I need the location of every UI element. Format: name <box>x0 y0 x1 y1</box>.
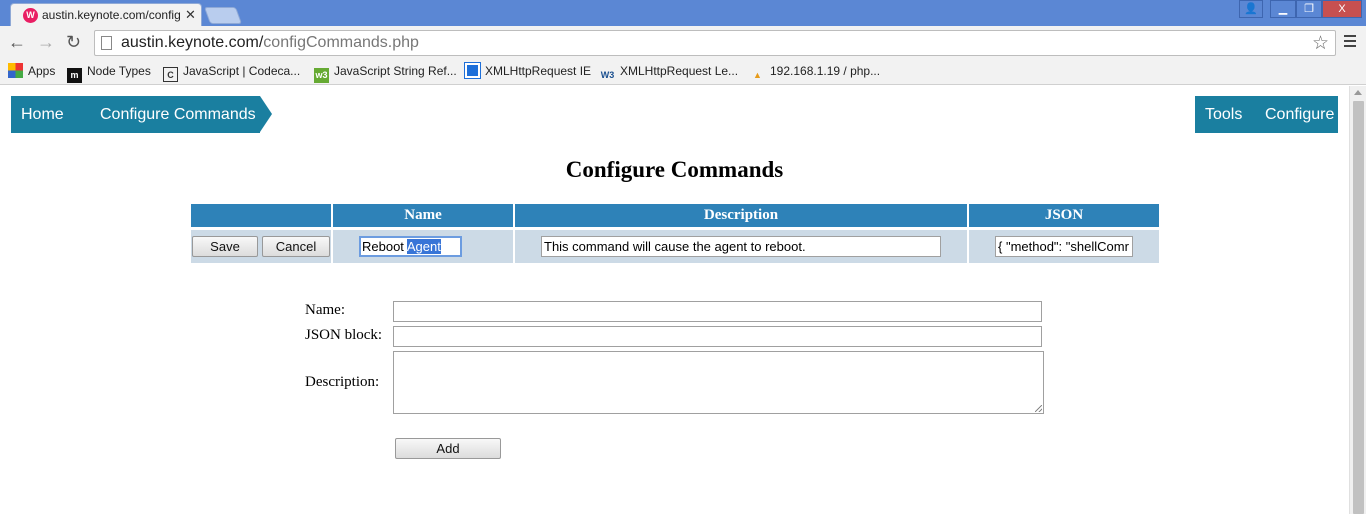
browser-titlebar: W austin.keynote.com/config ✕ 👤 ▁ ❐ X <box>0 0 1366 26</box>
nav-tools-link[interactable]: Tools <box>1205 106 1242 124</box>
reload-icon[interactable]: ↻ <box>66 31 81 53</box>
codecademy-icon: C <box>163 67 178 82</box>
nav-bar-right: Tools Configure <box>1195 96 1338 133</box>
url-text: austin.keynote.com/configCommands.php <box>121 34 419 51</box>
bookmark-node-types[interactable]: m Node Types <box>67 63 151 83</box>
tab-close-icon[interactable]: ✕ <box>185 7 196 23</box>
save-button[interactable]: Save <box>192 236 258 257</box>
new-json-input[interactable] <box>393 326 1042 347</box>
bookmark-star-icon[interactable]: ☆ <box>1312 32 1329 55</box>
cancel-button[interactable]: Cancel <box>262 236 330 257</box>
scrollbar-thumb[interactable] <box>1353 101 1364 514</box>
page-title: Configure Commands <box>565 157 784 182</box>
add-button[interactable]: Add <box>395 438 501 459</box>
forward-arrow-icon[interactable]: → <box>37 31 55 53</box>
bookmark-w3schools[interactable]: w3 JavaScript String Ref... <box>314 63 457 83</box>
scroll-up-arrow-icon[interactable] <box>1354 90 1362 95</box>
table-header-actions <box>191 204 331 227</box>
back-arrow-icon[interactable]: ← <box>8 31 26 53</box>
resize-grip-icon[interactable] <box>1035 405 1042 412</box>
chrome-menu-icon[interactable] <box>1344 35 1356 50</box>
restore-button[interactable]: ❐ <box>1296 0 1322 18</box>
new-tab-button[interactable] <box>203 7 243 24</box>
close-window-button[interactable]: X <box>1322 0 1362 18</box>
nav-breadcrumb-arrow <box>260 96 272 132</box>
nav-bar-left: Home Configure Commands <box>11 96 260 133</box>
profile-icon[interactable]: 👤 <box>1239 0 1263 18</box>
tab-favicon-icon: W <box>23 8 38 23</box>
nav-home-link[interactable]: Home <box>21 106 64 124</box>
table-header-json: JSON <box>969 204 1159 227</box>
bookmark-codecademy[interactable]: C JavaScript | Codeca... <box>163 63 300 82</box>
apps-grid-icon <box>8 63 23 78</box>
table-cell-actions: Save Cancel <box>191 230 331 263</box>
bookmark-phpmyadmin[interactable]: ▲ 192.168.1.19 / php... <box>750 63 880 80</box>
new-description-textarea[interactable] <box>393 351 1044 414</box>
page-viewport: Home Configure Commands Tools Configure … <box>0 86 1349 514</box>
bookmarks-bar: Apps m Node Types C JavaScript | Codeca...… <box>0 58 1366 85</box>
bookmark-apps[interactable]: Apps <box>8 63 55 79</box>
selected-text: Agent <box>406 239 441 254</box>
command-name-input[interactable]: Reboot Agent <box>359 236 462 257</box>
table-header-description: Description <box>515 204 967 227</box>
table-header-name: Name <box>333 204 513 227</box>
table-cell-name: Reboot Agent <box>333 230 513 263</box>
browser-tab[interactable]: W austin.keynote.com/config ✕ <box>10 3 202 26</box>
address-bar[interactable]: austin.keynote.com/configCommands.php ☆ <box>94 30 1336 56</box>
table-cell-json: { "method": "shellComr <box>969 230 1159 263</box>
windows-logo-icon <box>464 62 481 79</box>
page-scrollbar[interactable] <box>1349 86 1366 514</box>
page-icon <box>101 36 112 50</box>
w3c-icon: W3 <box>600 70 615 80</box>
bookmark-xmlhttprequest-level[interactable]: W3 XMLHttpRequest Le... <box>600 63 738 80</box>
tab-title: austin.keynote.com/config <box>42 8 181 22</box>
command-description-input[interactable]: This command will cause the agent to reb… <box>541 236 941 257</box>
bookmark-xmlhttprequest-ie[interactable]: XMLHttpRequest IE <box>464 62 591 79</box>
description-label: Description: <box>305 374 380 390</box>
w3schools-icon: w3 <box>314 68 329 83</box>
m-logo-icon: m <box>67 68 82 83</box>
commands-table: Name Description JSON Save Cancel Reboot… <box>190 204 1160 264</box>
nav-configure-commands-link[interactable]: Configure Commands <box>100 106 256 124</box>
minimize-button[interactable]: ▁ <box>1270 0 1296 18</box>
new-name-input[interactable] <box>393 301 1042 322</box>
json-block-label: JSON block: <box>305 327 383 343</box>
phpmyadmin-icon: ▲ <box>753 70 762 80</box>
command-json-input[interactable]: { "method": "shellComr <box>995 236 1133 257</box>
name-label: Name: <box>305 302 345 318</box>
table-cell-description: This command will cause the agent to reb… <box>515 230 967 263</box>
nav-configure-link[interactable]: Configure <box>1265 106 1334 124</box>
